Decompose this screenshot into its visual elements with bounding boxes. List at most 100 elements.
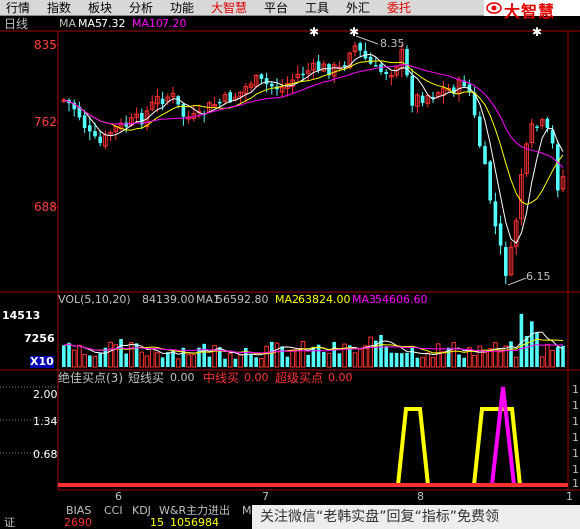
volume-bar-up — [71, 349, 77, 368]
candle-down — [93, 131, 97, 137]
volume-bar-down — [249, 354, 253, 367]
volume-bar-down — [233, 358, 238, 367]
menu-item-index[interactable]: 指数 — [47, 0, 71, 16]
menu-item-function[interactable]: 功能 — [170, 0, 194, 16]
volume-bar-up — [472, 355, 477, 368]
menu-item-order[interactable]: 委托 — [387, 0, 411, 16]
candle-down — [98, 136, 102, 144]
candle-down — [301, 73, 305, 76]
candle-down — [488, 161, 492, 201]
right-scale-5: 1 — [572, 447, 579, 460]
volume-bar-up — [175, 358, 181, 368]
volume-bar-up — [300, 341, 306, 368]
ma5-label: MA5 — [78, 17, 103, 30]
volume-bar-down — [519, 313, 524, 367]
x-label-1: 1 — [566, 490, 573, 503]
volume-bar-up — [493, 342, 498, 368]
period-label[interactable]: 日线 — [4, 18, 28, 30]
menu-item-platform[interactable]: 平台 — [264, 0, 288, 16]
volume-bar-up — [545, 343, 550, 368]
volume-bar-up — [129, 342, 134, 368]
volume-bar-up — [352, 352, 358, 368]
volume-bar-down — [337, 353, 342, 367]
volume-bar-down — [270, 341, 274, 367]
price-tick-762: 762 — [34, 115, 57, 129]
vol-ma1-value: 56592.80 — [216, 293, 269, 306]
candle-down — [124, 122, 128, 127]
volume-bar-down — [311, 346, 316, 367]
candle-down — [259, 74, 264, 79]
volume-bar-up — [139, 351, 145, 368]
vol-ma3-label: MA3 — [352, 293, 377, 306]
candle-down — [384, 71, 388, 75]
watermark-banner: 关注微信“老韩实盘”回复“指标”免费领 — [252, 505, 580, 529]
candle-down — [498, 223, 503, 246]
x-label-7: 7 — [262, 490, 269, 503]
volume-bar-up — [212, 345, 217, 368]
magenta-signal — [490, 386, 516, 486]
star-marker: ✱ — [309, 25, 319, 39]
indicator-line2-label: 中线买 — [203, 371, 240, 385]
volume-bar-down — [67, 342, 71, 367]
volume-bar-up — [238, 354, 243, 368]
candle-down — [483, 146, 487, 165]
indicator-title: 绝佳买点(3) — [58, 371, 123, 385]
volume-bar-up — [420, 356, 425, 368]
volume-bar-down — [524, 335, 529, 367]
candlesticks — [61, 41, 566, 285]
status-label: 证 — [4, 516, 15, 529]
menu-item-dazhihui[interactable]: 大智慧 — [211, 0, 247, 16]
volume-bar-down — [561, 345, 565, 367]
menu-item-tools[interactable]: 工具 — [305, 0, 329, 16]
volume-bar-up — [539, 356, 545, 368]
volume-bar-up — [477, 345, 483, 368]
volume-bar-down — [124, 353, 128, 367]
candle-down — [270, 83, 274, 87]
menu-item-sector[interactable]: 板块 — [88, 0, 112, 16]
candle-down — [493, 201, 498, 227]
candle-down — [478, 116, 482, 147]
indicator-lines — [0, 386, 568, 487]
volume-bar-down — [254, 357, 258, 367]
status-value-1: 2690 — [64, 516, 92, 529]
volume-bar-down — [400, 353, 404, 367]
tab-kdj[interactable]: KDJ — [132, 504, 151, 517]
volume-bar-up — [342, 343, 347, 368]
volume-bar-down — [223, 358, 227, 367]
stock-chart[interactable]: ✱ ✱ ✱ — [0, 16, 580, 503]
ma5-value: 7.32 — [101, 17, 126, 30]
tab-more[interactable]: M — [242, 504, 252, 517]
status-value-3: 1056984 — [170, 516, 219, 529]
volume-bar-up — [326, 352, 332, 368]
volume-bar-down — [379, 334, 383, 367]
volume-bar-up — [77, 344, 82, 368]
candle-down — [218, 101, 222, 104]
price-tick-688: 688 — [34, 200, 57, 214]
x-label-8: 8 — [417, 490, 424, 503]
right-scale-1: 1 — [572, 383, 579, 396]
candle-down — [264, 78, 269, 85]
candle-down — [316, 61, 321, 71]
candle-down — [88, 125, 92, 132]
volume-bar-down — [410, 346, 414, 367]
candle-down — [420, 95, 425, 103]
menu-item-market[interactable]: 行情 — [6, 0, 30, 16]
vol-value: 84139.00 — [142, 293, 195, 306]
tab-cci[interactable]: CCI — [104, 504, 123, 517]
volume-bar-down — [556, 346, 560, 367]
volume-bar-up — [363, 345, 368, 368]
chart-grid — [0, 30, 580, 491]
volume-bar-up — [441, 351, 446, 368]
menu-item-forex[interactable]: 外汇 — [346, 0, 370, 16]
volume-bar-down — [244, 348, 248, 367]
candle-down — [535, 126, 539, 128]
menu-item-analysis[interactable]: 分析 — [129, 0, 153, 16]
volume-bar-up — [92, 355, 98, 368]
right-scale-3: 1 — [572, 415, 579, 428]
volume-bar-up — [425, 352, 431, 368]
volume-bar-up — [368, 336, 373, 368]
vol-ma3-value: 54606.60 — [375, 293, 428, 306]
candle-down — [504, 247, 508, 276]
volume-bar-up — [513, 356, 519, 368]
volume-bar-up — [482, 352, 488, 368]
